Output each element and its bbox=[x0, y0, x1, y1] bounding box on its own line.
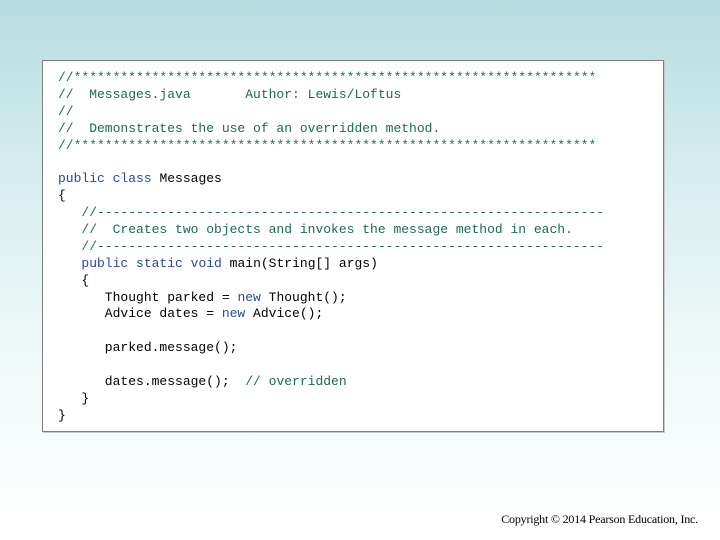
main-signature: main(String[] args) bbox=[221, 255, 378, 271]
code-line-8: { bbox=[58, 188, 604, 205]
code-line-7: public class Messages bbox=[58, 171, 604, 188]
code-line-13: { bbox=[58, 273, 604, 290]
code-line-21: } bbox=[58, 408, 604, 425]
code-line-11: //--------------------------------------… bbox=[58, 239, 604, 256]
advice-decl-start: Advice dates = bbox=[58, 306, 222, 322]
slide: //**************************************… bbox=[0, 0, 720, 540]
header-blank-comment: // bbox=[58, 103, 74, 119]
copyright-notice: Copyright © 2014 Pearson Education, Inc. bbox=[501, 512, 698, 526]
class-open-brace: { bbox=[58, 188, 66, 204]
overridden-comment: // overridden bbox=[245, 374, 347, 390]
code-line-14: Thought parked = new Thought(); bbox=[58, 290, 604, 307]
method-open-brace: { bbox=[58, 272, 90, 288]
header-rule-end: //**************************************… bbox=[58, 137, 597, 153]
code-line-20: } bbox=[58, 391, 604, 408]
code-line-9: //--------------------------------------… bbox=[58, 205, 604, 222]
header-file-author: // Messages.java Author: Lewis/Loftus bbox=[58, 86, 402, 102]
keyword-public-method: public bbox=[81, 255, 129, 271]
code-listing: //**************************************… bbox=[58, 70, 604, 425]
class-name: Messages bbox=[151, 171, 222, 187]
parked-message-call: parked.message(); bbox=[58, 340, 238, 356]
keyword-new-advice: new bbox=[221, 306, 246, 322]
method-rule-end: //--------------------------------------… bbox=[58, 238, 605, 254]
code-line-3: // bbox=[58, 104, 604, 121]
header-rule: //**************************************… bbox=[58, 70, 597, 85]
advice-decl-end: Advice(); bbox=[245, 306, 324, 322]
thought-decl-start: Thought parked = bbox=[58, 289, 238, 305]
keyword-new-thought: new bbox=[237, 289, 261, 305]
code-line-15: Advice dates = new Advice(); bbox=[58, 306, 604, 323]
method-rule: //--------------------------------------… bbox=[58, 205, 605, 221]
method-close-brace: } bbox=[58, 390, 90, 406]
keyword-static: static bbox=[136, 255, 183, 271]
code-line-17: parked.message(); bbox=[58, 340, 604, 357]
code-line-12: public static void main(String[] args) bbox=[58, 256, 604, 273]
dates-message-call: dates.message(); bbox=[58, 374, 246, 390]
code-line-4: // Demonstrates the use of an overridden… bbox=[58, 121, 604, 138]
code-line-10: // Creates two objects and invokes the m… bbox=[58, 222, 604, 239]
class-close-brace: } bbox=[58, 407, 66, 423]
method-description: // Creates two objects and invokes the m… bbox=[58, 222, 573, 238]
thought-decl-end: Thought(); bbox=[260, 289, 347, 305]
keyword-void: void bbox=[190, 255, 222, 271]
code-listing-box: //**************************************… bbox=[42, 60, 664, 432]
code-line-1: //**************************************… bbox=[58, 70, 604, 87]
code-line-19: dates.message(); // overridden bbox=[58, 374, 604, 391]
keyword-class: class bbox=[112, 171, 152, 187]
header-description: // Demonstrates the use of an overridden… bbox=[58, 120, 441, 136]
code-line-2: // Messages.java Author: Lewis/Loftus bbox=[58, 87, 604, 104]
keyword-public: public bbox=[58, 171, 105, 187]
code-line-5: //**************************************… bbox=[58, 138, 604, 155]
